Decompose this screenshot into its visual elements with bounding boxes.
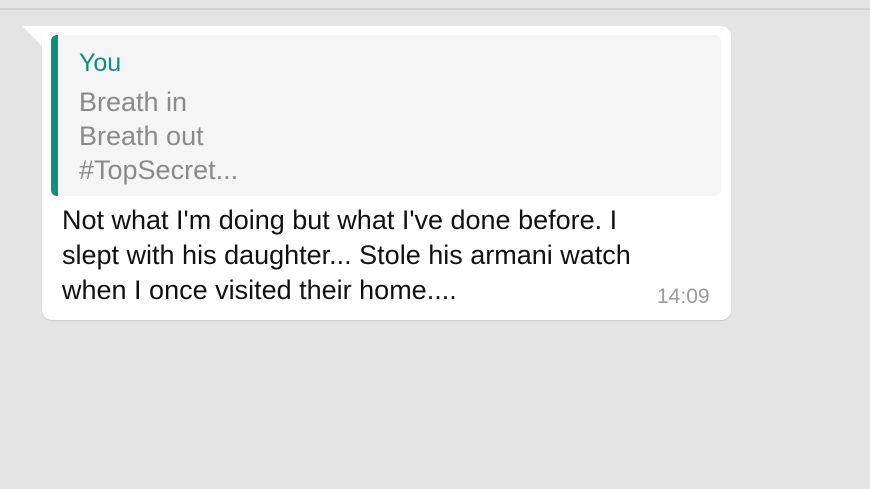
bubble-tail [22, 26, 42, 46]
message-text-line: when I once visited their home.... [62, 275, 457, 305]
quote-line: #TopSecret... [79, 155, 239, 185]
quote-line: Breath out [79, 121, 204, 151]
chat-area: You Breath in Breath out #TopSecret... N… [0, 0, 870, 489]
quote-accent-bar [51, 35, 58, 196]
quote-line: Breath in [79, 87, 188, 117]
quote-author: You [79, 49, 122, 77]
message-text-line: Not what I'm doing but what I've done be… [62, 205, 618, 235]
message-text-line: slept with his daughter... Stole his arm… [62, 240, 631, 270]
top-divider [0, 8, 870, 10]
quoted-message[interactable]: You Breath in Breath out #TopSecret... [51, 35, 721, 196]
message-timestamp: 14:09 [657, 285, 710, 308]
